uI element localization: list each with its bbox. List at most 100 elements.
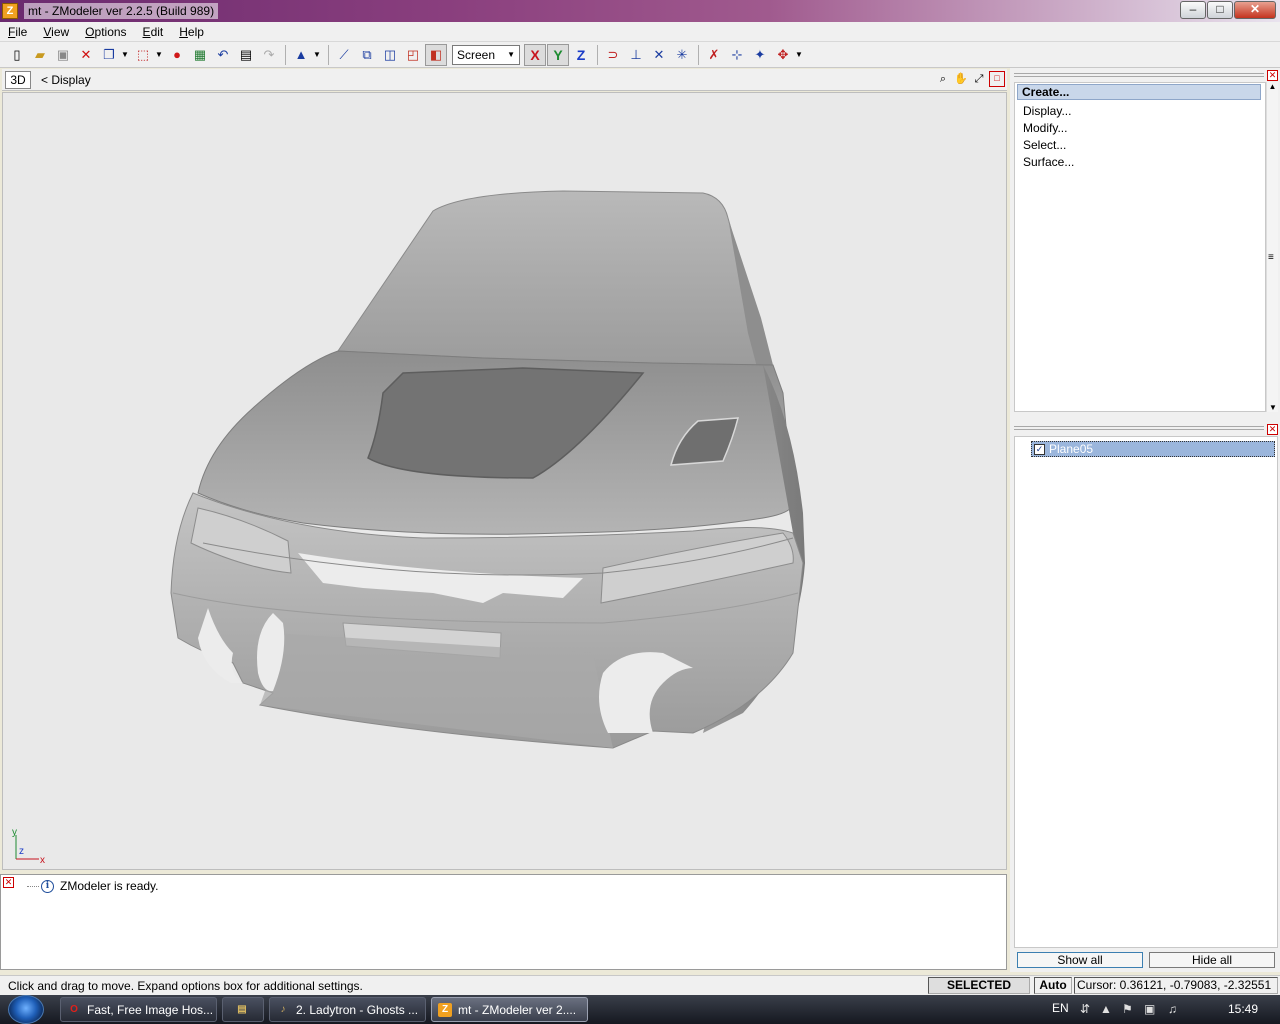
toolbar-separator: [328, 44, 329, 65]
zoom-icon[interactable]: ⌕: [935, 71, 951, 87]
record-icon[interactable]: ●: [166, 44, 188, 66]
undo-icon[interactable]: ↶: [212, 44, 234, 66]
close-objects-icon[interactable]: ✕: [1267, 424, 1278, 435]
taskbar-opera-label: Fast, Free Image Hos...: [87, 1002, 214, 1017]
transform-dropdown-icon[interactable]: ▼: [795, 50, 803, 59]
close-viewport-icon[interactable]: □: [989, 71, 1005, 87]
pivot-icon[interactable]: ✗: [703, 44, 725, 66]
tray-expand-icon[interactable]: ▲: [1100, 1002, 1112, 1016]
viewport-tools: ⌕ ✋ ⤢ □: [935, 71, 1005, 87]
toolbar-separator: [285, 44, 286, 65]
auto-indicator[interactable]: Auto: [1034, 977, 1072, 994]
import-dropdown-icon[interactable]: ▼: [155, 50, 163, 59]
selected-mode-indicator[interactable]: SELECTED MODE: [928, 977, 1030, 1007]
coordinate-system-value: Screen: [457, 47, 496, 62]
scroll-up-icon[interactable]: ▲: [1267, 82, 1278, 91]
rotate-icon[interactable]: ✳: [671, 44, 693, 66]
transform-icon[interactable]: ✥: [772, 44, 794, 66]
move-icon[interactable]: ⊥: [625, 44, 647, 66]
main-toolbar: ▯ ▰ ▣ ✕ ❐ ▼ ⬚ ▼ ● ▦ ↶ ▤ ↷ ▲ ▼ ⟋ ⧉ ◫ ◰ ◧ …: [0, 42, 1280, 68]
select-vertex-icon[interactable]: ⟋: [333, 44, 355, 66]
walk-icon[interactable]: ✦: [749, 44, 771, 66]
menu-edit[interactable]: Edit: [135, 25, 172, 39]
viewport-title[interactable]: < Display: [41, 73, 91, 87]
minimize-button[interactable]: –: [1180, 1, 1206, 19]
select-box-icon[interactable]: ◧: [425, 43, 447, 66]
hide-all-button[interactable]: Hide all: [1149, 952, 1275, 968]
show-all-button[interactable]: Show all: [1017, 952, 1143, 968]
music-icon: ♪: [280, 1003, 286, 1015]
close-commands-icon[interactable]: ✕: [1267, 70, 1278, 81]
3d-viewport[interactable]: y z x: [2, 92, 1007, 870]
axis-y-toggle[interactable]: Y: [547, 43, 569, 66]
maximize-viewport-icon[interactable]: ⤢: [971, 71, 987, 87]
axis-x-toggle[interactable]: X: [524, 43, 546, 66]
taskbar-player[interactable]: ♪ 2. Ladytron - Ghosts ...: [269, 997, 426, 1022]
command-modify[interactable]: Modify...: [1023, 121, 1067, 135]
start-button[interactable]: [8, 995, 44, 1024]
info-icon: i: [41, 879, 54, 893]
object-row[interactable]: ✓ Plane05: [1031, 441, 1275, 457]
select-face-icon[interactable]: ◫: [379, 44, 401, 66]
volume-icon[interactable]: ♫: [1168, 1002, 1177, 1016]
command-scrollbar[interactable]: ▲ ≡ ▼: [1266, 82, 1278, 412]
pan-hand-icon[interactable]: ✋: [953, 71, 969, 87]
title-bar: Z mt - ZModeler ver 2.2.5 (Build 989) – …: [0, 0, 1280, 22]
language-indicator[interactable]: EN: [1052, 1001, 1069, 1015]
zmodeler-app-icon[interactable]: Z: [2, 3, 18, 19]
save-icon[interactable]: ▣: [52, 44, 74, 66]
command-display[interactable]: Display...: [1023, 104, 1071, 118]
render-icon[interactable]: ▦: [189, 44, 211, 66]
taskbar-opera[interactable]: O Fast, Free Image Hos...: [60, 997, 217, 1022]
copy-dropdown-icon[interactable]: ▼: [121, 50, 129, 59]
taskbar-player-label: 2. Ladytron - Ghosts ...: [296, 1002, 419, 1017]
pyramid-icon[interactable]: ▲: [290, 44, 312, 66]
new-file-icon[interactable]: ▯: [6, 44, 28, 66]
object-visibility-checkbox[interactable]: ✓: [1034, 443, 1045, 455]
command-surface[interactable]: Surface...: [1023, 155, 1074, 169]
log-pane[interactable]: ✕ i ZModeler is ready.: [0, 874, 1007, 970]
scroll-thumb-icon[interactable]: ≡: [1268, 252, 1274, 263]
command-select[interactable]: Select...: [1023, 138, 1066, 152]
properties-icon[interactable]: ▤: [235, 44, 257, 66]
coordinate-system-select[interactable]: Screen ▼: [452, 44, 520, 65]
menu-help[interactable]: Help: [171, 25, 212, 39]
menu-options[interactable]: Options: [77, 25, 134, 39]
delete-icon[interactable]: ✕: [75, 44, 97, 66]
maximize-button[interactable]: □: [1207, 1, 1233, 19]
taskbar-zmodeler[interactable]: Z mt - ZModeler ver 2....: [431, 997, 588, 1022]
chevron-down-icon: ▼: [507, 50, 515, 59]
close-button[interactable]: ✕: [1234, 1, 1276, 19]
flag-icon[interactable]: ⚑: [1122, 1002, 1133, 1016]
open-folder-icon[interactable]: ▰: [29, 44, 51, 66]
panel-grip[interactable]: [1014, 73, 1264, 77]
menu-view[interactable]: View: [35, 25, 77, 39]
command-create[interactable]: Create...: [1017, 84, 1261, 100]
scroll-down-icon[interactable]: ▼: [1269, 403, 1277, 412]
clock[interactable]: 15:49: [1228, 1002, 1258, 1016]
status-hint: Click and drag to move. Expand options b…: [8, 979, 363, 993]
import-icon[interactable]: ⬚: [132, 44, 154, 66]
axis-gizmo: y z x: [9, 827, 49, 867]
magnet-icon[interactable]: ⊃: [602, 44, 624, 66]
select-object-icon[interactable]: ◰: [402, 44, 424, 66]
menu-bar: File View Options Edit Help: [0, 22, 1280, 42]
car-body-model[interactable]: [3, 93, 1007, 870]
taskbar: O Fast, Free Image Hos... ▤ ♪ 2. Ladytro…: [0, 995, 1280, 1024]
scale-icon[interactable]: ✕: [648, 44, 670, 66]
pyramid-dropdown-icon[interactable]: ▼: [313, 50, 321, 59]
taskbar-explorer[interactable]: ▤: [222, 997, 264, 1022]
select-edge-icon[interactable]: ⧉: [356, 44, 378, 66]
axis-z-toggle[interactable]: Z: [570, 44, 592, 66]
tray-arrows-icon[interactable]: ⇵: [1080, 1002, 1090, 1016]
window-controls: – □ ✕: [1180, 1, 1276, 19]
viewport-mode-button[interactable]: 3D: [5, 70, 31, 89]
copy-icon[interactable]: ❐: [98, 44, 120, 66]
close-log-icon[interactable]: ✕: [3, 877, 14, 888]
panel-grip[interactable]: [1014, 426, 1264, 430]
axis-y-label: y: [12, 827, 17, 838]
pivot-move-icon[interactable]: ⊹: [726, 44, 748, 66]
network-icon[interactable]: ▣: [1144, 1002, 1155, 1016]
menu-file[interactable]: File: [0, 25, 35, 39]
status-bar: Click and drag to move. Expand options b…: [0, 975, 1280, 1007]
